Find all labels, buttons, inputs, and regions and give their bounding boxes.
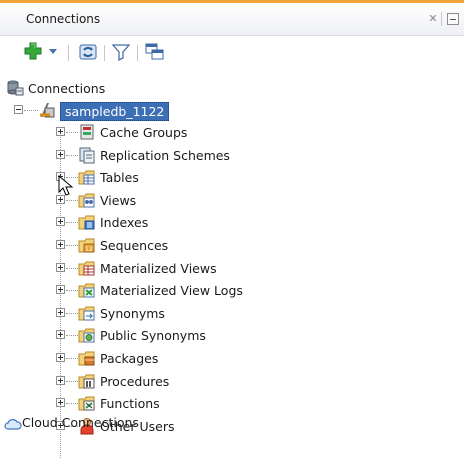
expand-toggle-icon[interactable] <box>56 398 65 407</box>
functions-icon <box>78 396 95 411</box>
toolbar-separator <box>68 45 69 61</box>
tree-item-synonyms[interactable]: Synonyms <box>0 303 464 325</box>
tree-connector <box>66 381 78 383</box>
cloud-connections-label: Cloud Connections <box>22 415 139 430</box>
database-connection-icon <box>40 103 55 118</box>
tree-connector <box>66 200 78 202</box>
connections-tree: Connections sampledb_1122 Cache Groups Re… <box>0 72 464 459</box>
connections-icon <box>7 80 24 96</box>
cloud-icon <box>4 419 22 430</box>
tree-root-cloud-connections[interactable]: Cloud Connections <box>0 412 464 434</box>
procedures-icon <box>78 374 95 389</box>
tree-item-packages[interactable]: Packages <box>0 348 464 370</box>
tree-item-label: Materialized View Logs <box>100 283 243 298</box>
tree-item-label: Functions <box>100 396 160 411</box>
expand-toggle-icon[interactable] <box>56 308 65 317</box>
tree-connector <box>66 403 78 405</box>
tree-item-label: Indexes <box>100 215 149 230</box>
tree-item-label: Views <box>100 193 137 208</box>
indexes-icon <box>78 215 95 230</box>
tree-item-materialized-views[interactable]: Materialized Views <box>0 258 464 280</box>
tree-connector <box>66 335 78 337</box>
schema-browser-icon[interactable] <box>145 42 165 62</box>
tree-connector <box>66 155 78 157</box>
tree-item-label: Public Synonyms <box>100 328 206 343</box>
sequences-icon: 12 <box>78 238 95 253</box>
tree-connector <box>24 110 38 112</box>
expand-toggle-icon[interactable] <box>56 330 65 339</box>
expand-toggle-icon[interactable] <box>56 353 65 362</box>
tree-item-sampledb[interactable]: sampledb_1122 <box>0 100 464 122</box>
connection-label[interactable]: sampledb_1122 <box>60 102 170 121</box>
tree-item-label: Procedures <box>100 374 170 389</box>
expand-toggle-icon[interactable] <box>56 263 65 272</box>
title-separator <box>441 12 442 26</box>
tree-item-label: Materialized Views <box>100 261 217 276</box>
toolbar <box>0 36 464 66</box>
chevron-down-icon[interactable] <box>48 48 58 56</box>
materialized-view-logs-icon <box>78 283 95 298</box>
packages-icon <box>78 351 95 366</box>
tree-item-label: Sequences <box>100 238 169 253</box>
materialized-views-icon <box>78 261 95 276</box>
tree-item-materialized-view-logs[interactable]: Materialized View Logs <box>0 280 464 302</box>
tree-connector <box>66 290 78 292</box>
tree-connector <box>66 313 78 315</box>
tree-item-label: Cache Groups <box>100 125 188 140</box>
close-icon[interactable]: ✕ <box>427 12 439 26</box>
expand-toggle-icon[interactable] <box>56 150 65 159</box>
toolbar-separator <box>137 45 138 61</box>
collapse-toggle-icon[interactable] <box>14 105 23 114</box>
tree-item-cache-groups[interactable]: Cache Groups <box>0 122 464 144</box>
refresh-icon[interactable] <box>78 42 98 62</box>
tree-connector <box>66 132 78 134</box>
tree-item-label: Replication Schemes <box>100 148 230 163</box>
expand-toggle-icon[interactable] <box>56 240 65 249</box>
tree-item-public-synonyms[interactable]: Public Synonyms <box>0 325 464 347</box>
tree-connector <box>66 222 78 224</box>
tree-connector <box>66 358 78 360</box>
tree-item-label: Tables <box>100 170 139 185</box>
panel-title-bar: Connections ✕ <box>0 3 464 36</box>
tree-connector <box>66 245 78 247</box>
expand-toggle-icon[interactable] <box>56 285 65 294</box>
views-icon <box>78 193 95 208</box>
public-synonyms-icon <box>78 328 95 343</box>
cache-groups-icon <box>80 124 94 140</box>
minimize-icon[interactable] <box>447 13 459 25</box>
filter-icon[interactable] <box>112 43 130 61</box>
tree-item-label: Synonyms <box>100 306 165 321</box>
synonyms-icon <box>78 306 95 321</box>
tree-item-procedures[interactable]: Procedures <box>0 371 464 393</box>
panel-title: Connections <box>26 12 101 26</box>
tree-item-replication-schemes[interactable]: Replication Schemes <box>0 145 464 167</box>
connections-panel: Connections ✕ Connections sampledb_1122 … <box>0 0 464 459</box>
replication-schemes-icon <box>79 147 95 164</box>
tree-item-indexes[interactable]: Indexes <box>0 212 464 234</box>
tree-root-connections[interactable]: Connections <box>0 78 464 100</box>
tables-icon <box>78 170 95 185</box>
expand-toggle-icon[interactable] <box>56 127 65 136</box>
mouse-cursor-icon <box>58 175 74 196</box>
expand-toggle-icon[interactable] <box>56 217 65 226</box>
tree-root-label: Connections <box>28 81 106 96</box>
add-connection-icon[interactable] <box>24 42 42 60</box>
expand-toggle-icon[interactable] <box>56 376 65 385</box>
toolbar-separator <box>104 45 105 61</box>
tree-connector <box>66 268 78 270</box>
tree-item-sequences[interactable]: 12 Sequences <box>0 235 464 257</box>
tree-item-label: Packages <box>100 351 159 366</box>
svg-text:12: 12 <box>85 246 93 253</box>
